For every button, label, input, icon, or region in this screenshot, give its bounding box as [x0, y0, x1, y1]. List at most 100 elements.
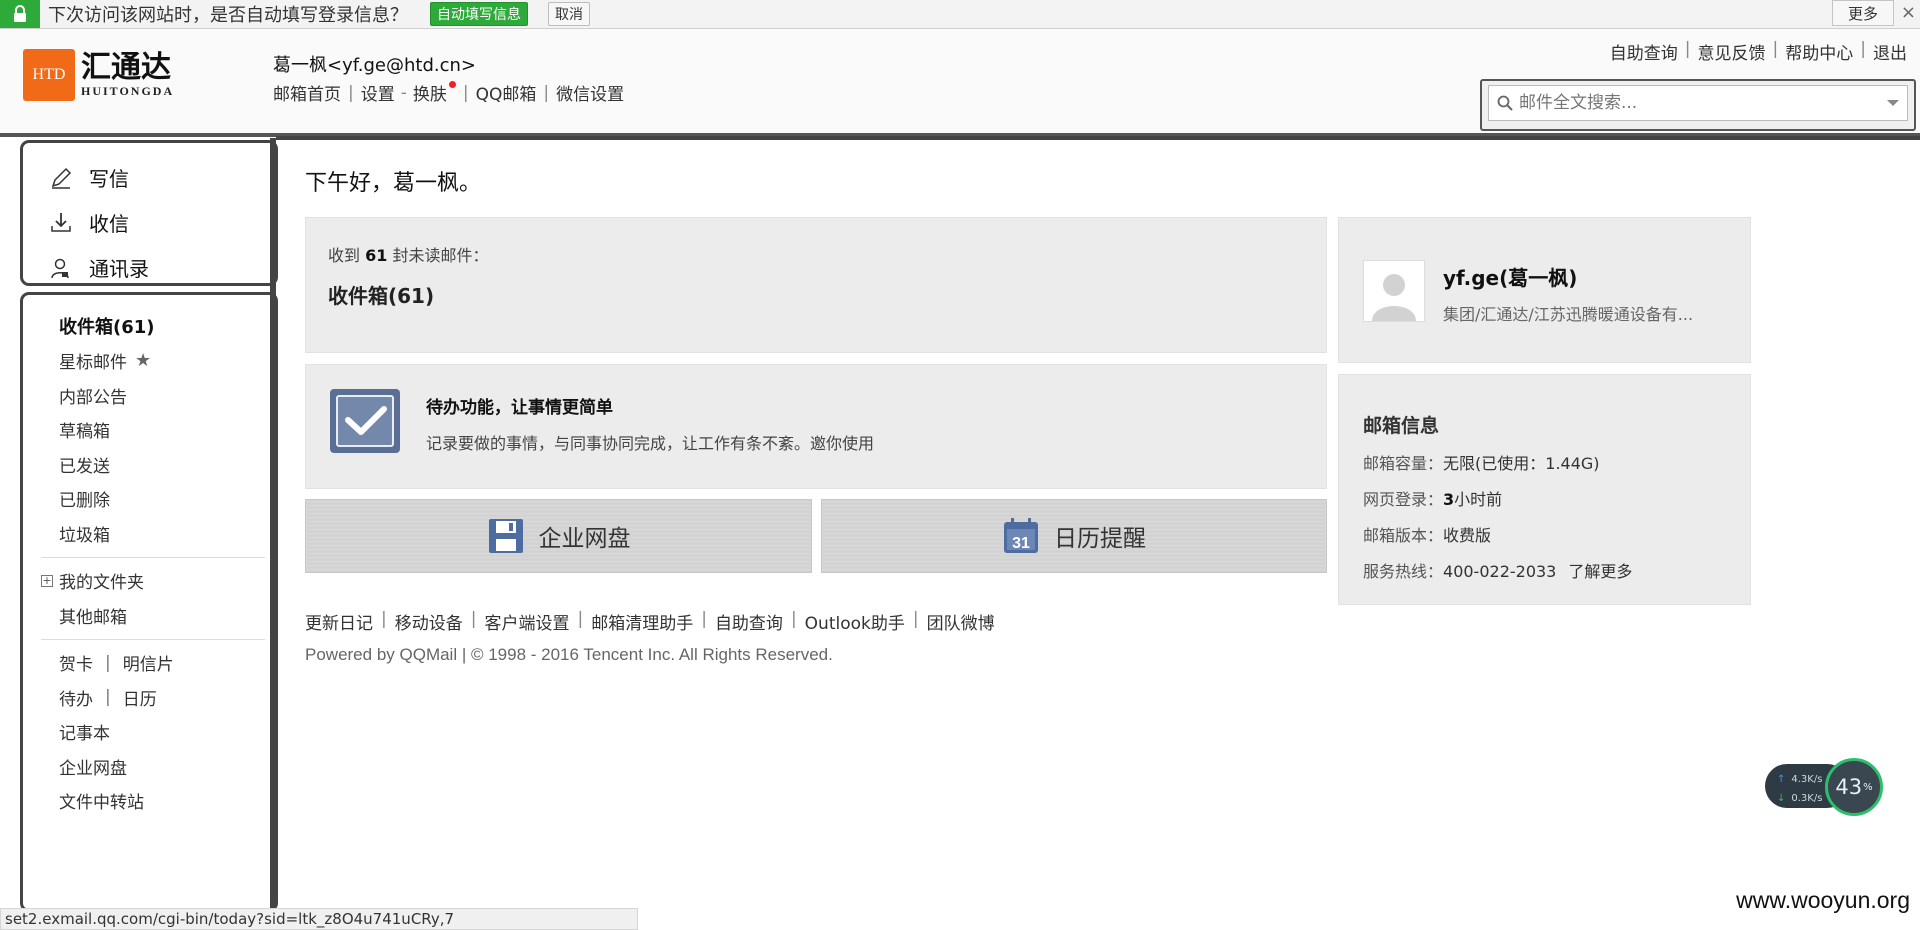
folder-panel: 收件箱(61) 星标邮件 ★ 内部公告 草稿箱 已发送 已删除 垃圾箱 + 我的… — [20, 292, 278, 912]
unread-suffix: 封未读邮件： — [392, 246, 489, 265]
info-version: 邮箱版本：收费版 — [1363, 522, 1750, 546]
unread-inbox-link[interactable]: 收件箱(61) — [328, 280, 1326, 309]
link-postcard[interactable]: 明信片 — [123, 650, 174, 675]
floppy-disk-icon — [488, 519, 523, 553]
link-netdisk[interactable]: 企业网盘 — [23, 749, 275, 784]
close-icon[interactable]: × — [1901, 2, 1916, 23]
nav-settings[interactable]: 设置 — [361, 80, 395, 105]
contacts-label: 通讯录 — [89, 257, 149, 281]
login-unit: 小时前 — [1454, 490, 1503, 509]
sidebar: 写信 收信 通讯录 收件箱(61) 星标邮件 ★ 内部公告 草稿箱 已发送 已删… — [10, 138, 278, 912]
upload-speed: 4.3K/s — [1791, 774, 1823, 785]
receive-button[interactable]: 收信 — [49, 200, 275, 245]
footer-link-self-service[interactable]: 自助查询 — [715, 609, 783, 634]
nav-mail-home[interactable]: 邮箱首页 — [273, 80, 341, 105]
avatar[interactable] — [1363, 260, 1425, 322]
hotline-value: 400-022-2033 — [1443, 562, 1557, 581]
action-panel: 写信 收信 通讯录 — [20, 140, 278, 286]
chevron-down-icon[interactable] — [1887, 100, 1899, 106]
search-input[interactable] — [1519, 93, 1887, 113]
calendar-tile[interactable]: 31 日历提醒 — [821, 499, 1327, 573]
contacts-button[interactable]: 通讯录 — [49, 245, 275, 290]
folder-inbox[interactable]: 收件箱(61) — [23, 309, 275, 344]
link-logout[interactable]: 退出 — [1873, 39, 1907, 64]
user-identity: 葛一枫<yf.ge@htd.cn> — [273, 55, 476, 76]
unread-prefix: 收到 — [328, 246, 361, 265]
link-calendar[interactable]: 日历 — [123, 685, 157, 710]
version-value: 收费版 — [1443, 526, 1492, 545]
footer-link-client[interactable]: 客户端设置 — [484, 609, 569, 634]
footer-link-weibo[interactable]: 团队微博 — [927, 609, 995, 634]
receive-label: 收信 — [89, 212, 129, 236]
netdisk-tile-label: 企业网盘 — [538, 526, 631, 552]
link-todo[interactable]: 待办 — [59, 685, 93, 710]
folder-drafts[interactable]: 草稿箱 — [23, 413, 275, 448]
watermark: www.wooyun.org — [1736, 887, 1910, 913]
mailbox-info-title: 邮箱信息 — [1363, 415, 1440, 437]
nav-qq-mail[interactable]: QQ邮箱 — [476, 80, 537, 105]
unread-summary: 收到 61 封未读邮件： — [328, 242, 1326, 266]
info-hotline: 服务热线：400-022-2033 了解更多 — [1363, 558, 1750, 582]
sidebar-border — [270, 138, 276, 910]
page-greeting: 下午好，葛一枫。 — [305, 171, 482, 196]
learn-more-link[interactable]: 了解更多 — [1568, 562, 1632, 581]
status-bar-url: set2.exmail.qq.com/cgi-bin/today?sid=ltk… — [0, 908, 638, 930]
checkbox-icon — [330, 389, 400, 453]
footer-link-changelog[interactable]: 更新日记 — [305, 609, 373, 634]
folder-spam[interactable]: 垃圾箱 — [23, 516, 275, 551]
compose-label: 写信 — [89, 167, 129, 191]
link-file-transfer[interactable]: 文件中转站 — [23, 784, 275, 819]
download-speed: 0.3K/s — [1791, 793, 1823, 804]
compose-button[interactable]: 写信 — [49, 155, 275, 200]
nav-skin[interactable]: 换肤 — [413, 80, 447, 105]
folder-divider — [41, 638, 265, 640]
search-icon[interactable] — [1497, 95, 1513, 111]
footer-links: 更新日记 | 移动设备 | 客户端设置 | 邮箱清理助手 | 自助查询 | Outlook… — [305, 609, 995, 634]
mailbox-info-panel: 邮箱信息 邮箱容量：无限(已使用：1.44G) 网页登录：3小时前 邮箱版本：收… — [1338, 374, 1751, 605]
upload-arrow-icon: ↑ — [1777, 774, 1786, 785]
footer-link-mobile[interactable]: 移动设备 — [395, 609, 463, 634]
link-self-service[interactable]: 自助查询 — [1610, 39, 1678, 64]
star-icon: ★ — [135, 350, 152, 372]
folder-notice[interactable]: 内部公告 — [23, 378, 275, 413]
logo-cn-text: 汇通达 — [81, 49, 171, 85]
lock-icon — [0, 0, 40, 28]
todo-promo-panel[interactable]: 待办功能，让事情更简单 记录要做的事情，与同事协同完成，让工作有条不紊。邀你使用 — [305, 364, 1327, 489]
folder-divider — [41, 556, 265, 558]
autofill-cancel-button[interactable]: 取消 — [548, 2, 590, 26]
folder-starred[interactable]: 星标邮件 ★ — [23, 344, 275, 379]
calendar-tile-label: 日历提醒 — [1054, 526, 1146, 552]
folder-other-mailbox[interactable]: 其他邮箱 — [23, 598, 275, 633]
contacts-icon — [51, 258, 69, 278]
main-top-border — [276, 136, 1920, 140]
netdisk-tile[interactable]: 企业网盘 — [305, 499, 812, 573]
link-feedback[interactable]: 意见反馈 — [1698, 39, 1766, 64]
tools-row-todo: 待办 | 日历 — [23, 680, 275, 715]
todo-description: 记录要做的事情，与同事协同完成，让工作有条不紊。邀你使用 — [426, 434, 875, 453]
folder-my-folders[interactable]: + 我的文件夹 — [23, 564, 275, 599]
autofill-button[interactable]: 自动填写信息 — [430, 2, 528, 26]
link-greeting-card[interactable]: 贺卡 — [59, 650, 93, 675]
autofill-bar: 下次访问该网站时，是否自动填写登录信息？ 自动填写信息 取消 更多 × — [0, 0, 1920, 29]
search-bar — [1480, 79, 1916, 131]
more-button[interactable]: 更多 — [1832, 0, 1894, 26]
folder-sent[interactable]: 已发送 — [23, 447, 275, 482]
link-help[interactable]: 帮助中心 — [1785, 39, 1853, 64]
pencil-icon — [51, 167, 72, 189]
expand-icon[interactable]: + — [41, 574, 53, 587]
folder-deleted[interactable]: 已删除 — [23, 482, 275, 517]
profile-name: yf.ge(葛一枫) — [1443, 266, 1578, 290]
autofill-message: 下次访问该网站时，是否自动填写登录信息？ — [48, 5, 408, 26]
download-icon — [51, 212, 71, 232]
gauge-value: 43 — [1835, 775, 1863, 799]
version-label: 邮箱版本： — [1363, 526, 1444, 545]
nav-wechat-settings[interactable]: 微信设置 — [556, 80, 624, 105]
company-logo[interactable]: HTD 汇通达 HUITONGDA — [23, 49, 174, 101]
calendar-icon: 31 — [1004, 518, 1038, 553]
calendar-day-number: 31 — [1012, 535, 1030, 552]
gauge-unit: % — [1863, 781, 1873, 793]
network-speed-widget[interactable]: ↑ 4.3K/s ↓ 0.3K/s 43% — [1765, 758, 1883, 816]
footer-link-outlook[interactable]: Outlook助手 — [805, 609, 905, 634]
link-notebook[interactable]: 记事本 — [23, 715, 275, 750]
footer-link-cleanup[interactable]: 邮箱清理助手 — [591, 609, 693, 634]
